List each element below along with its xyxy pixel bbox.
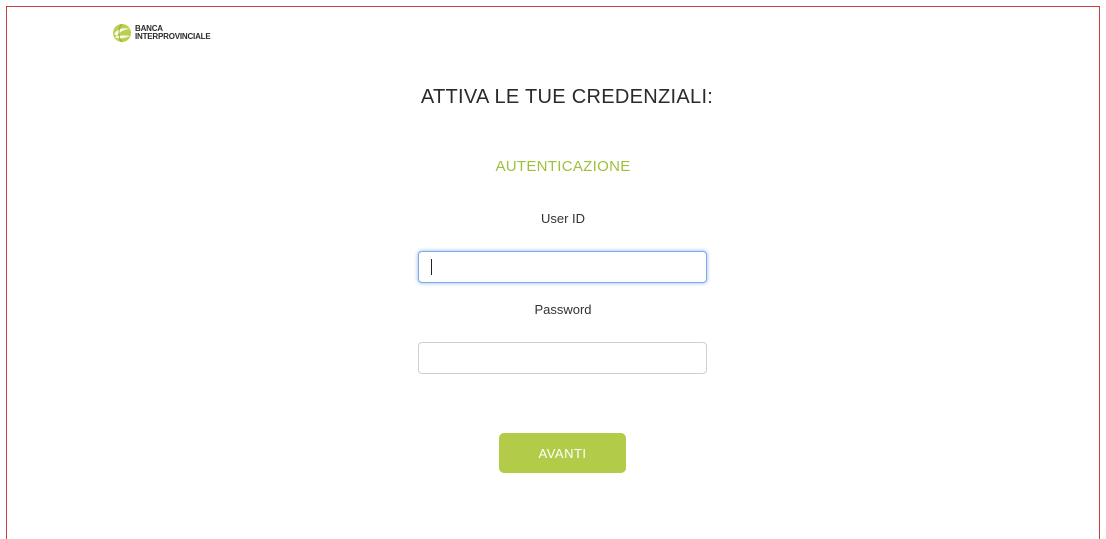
- password-input[interactable]: [418, 342, 707, 374]
- globe-leaf-icon: [113, 23, 131, 43]
- bank-logo[interactable]: BANCA INTERPROVINCIALE: [112, 23, 211, 43]
- logo-text-line2: INTERPROVINCIALE: [135, 32, 211, 41]
- password-label: Password: [534, 302, 592, 317]
- text-caret: [431, 259, 432, 275]
- user-id-label: User ID: [540, 211, 586, 226]
- page-title: ATTIVA LE TUE CREDENZIALI:: [420, 86, 714, 108]
- avanti-button[interactable]: AVANTI: [499, 433, 626, 473]
- section-heading: AUTENTICAZIONE: [495, 158, 631, 175]
- user-id-input[interactable]: [418, 251, 707, 283]
